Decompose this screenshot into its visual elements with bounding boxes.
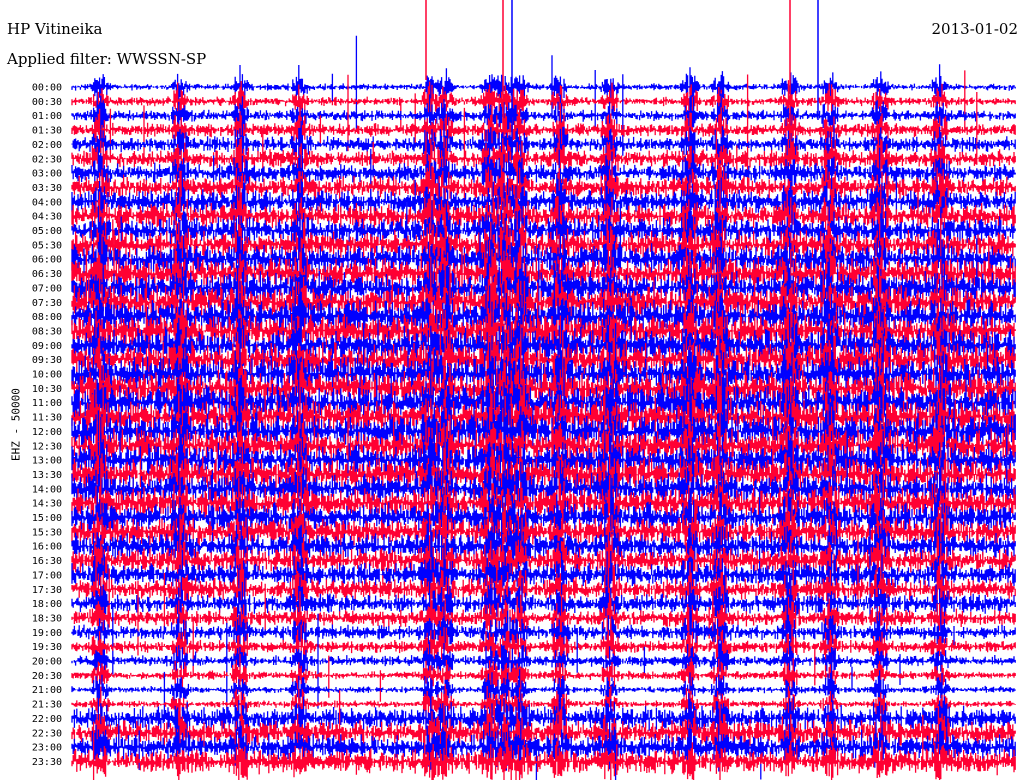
row-label-1030: 10:30 <box>32 384 62 395</box>
row-label-1000: 10:00 <box>32 370 62 381</box>
row-label-0100: 01:00 <box>32 111 62 122</box>
row-label-0930: 09:30 <box>32 355 62 366</box>
row-label-0730: 07:30 <box>32 298 62 309</box>
row-label-0400: 04:00 <box>32 197 62 208</box>
row-label-0430: 04:30 <box>32 212 62 223</box>
row-label-1330: 13:30 <box>32 470 62 481</box>
row-label-0800: 08:00 <box>32 312 62 323</box>
helicorder-plot: 00:00 00:30 01:00 01:30 02:00 02:30 03:00 03:30… <box>32 0 1016 780</box>
row-label-0530: 05:30 <box>32 240 62 251</box>
row-label-1930: 19:30 <box>32 642 62 653</box>
row-label-1900: 19:00 <box>32 628 62 639</box>
row-label-0130: 01:30 <box>32 126 62 137</box>
row-label-0300: 03:00 <box>32 169 62 180</box>
row-label-2030: 20:30 <box>32 671 62 682</box>
row-label-1200: 12:00 <box>32 427 62 438</box>
row-label-1130: 11:30 <box>32 413 62 424</box>
row-label-0030: 00:30 <box>32 97 62 108</box>
row-time-labels: 00:00 00:30 01:00 01:30 02:00 02:30 03:00 03:30… <box>32 83 62 768</box>
row-label-0600: 06:00 <box>32 255 62 266</box>
row-label-0900: 09:00 <box>32 341 62 352</box>
row-label-1530: 15:30 <box>32 527 62 538</box>
row-label-1500: 15:00 <box>32 513 62 524</box>
row-label-1730: 17:30 <box>32 585 62 596</box>
row-label-1100: 11:00 <box>32 398 62 409</box>
row-label-2000: 20:00 <box>32 657 62 668</box>
row-label-1400: 14:00 <box>32 484 62 495</box>
row-label-1600: 16:00 <box>32 542 62 553</box>
row-label-1300: 13:00 <box>32 456 62 467</box>
row-label-1430: 14:30 <box>32 499 62 510</box>
row-label-1630: 16:30 <box>32 556 62 567</box>
row-label-0230: 02:30 <box>32 154 62 165</box>
row-label-2130: 21:30 <box>32 700 62 711</box>
row-label-0000: 00:00 <box>32 83 62 94</box>
row-label-2330: 23:30 <box>32 757 62 768</box>
row-label-0700: 07:00 <box>32 283 62 294</box>
row-label-2300: 23:00 <box>32 743 62 754</box>
row-label-2100: 21:00 <box>32 685 62 696</box>
row-label-0830: 08:30 <box>32 326 62 337</box>
seismogram-traces <box>71 0 1016 780</box>
row-label-1230: 12:30 <box>32 441 62 452</box>
row-label-1830: 18:30 <box>32 613 62 624</box>
row-label-2200: 22:00 <box>32 714 62 725</box>
row-label-0500: 05:00 <box>32 226 62 237</box>
row-label-0330: 03:30 <box>32 183 62 194</box>
row-label-1800: 18:00 <box>32 599 62 610</box>
row-label-0200: 02:00 <box>32 140 62 151</box>
row-label-0630: 06:30 <box>32 269 62 280</box>
row-label-2230: 22:30 <box>32 728 62 739</box>
row-label-1700: 17:00 <box>32 570 62 581</box>
